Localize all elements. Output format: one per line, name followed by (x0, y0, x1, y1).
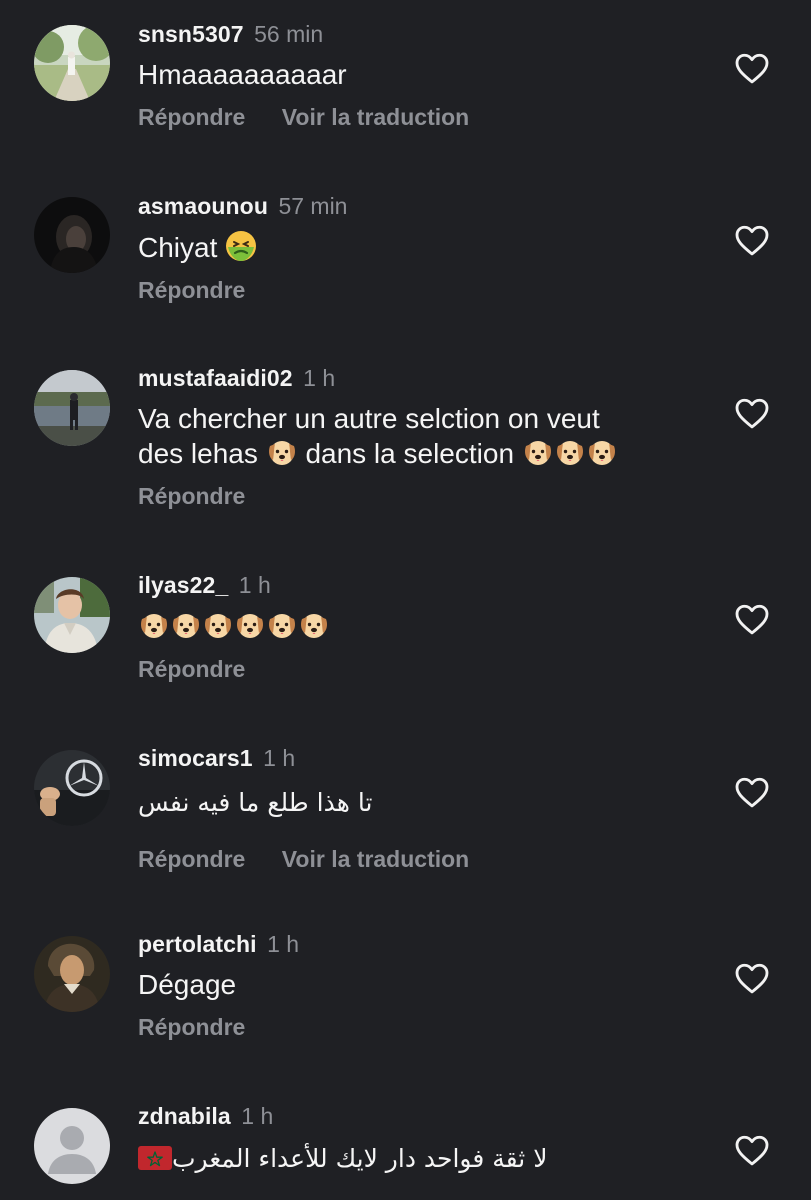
avatar[interactable] (34, 25, 110, 101)
timestamp: 1 h (267, 931, 300, 957)
dog-face-emoji (266, 436, 298, 468)
avatar-photo-portrait (34, 197, 110, 273)
comment-actions: Répondre (138, 481, 698, 511)
comment-meta: pertolatchi 1 h (138, 928, 698, 960)
comment-text: Dégage (138, 969, 237, 1000)
username[interactable]: asmaounou (138, 193, 268, 219)
heart-outline-icon[interactable] (734, 961, 770, 995)
dog-face-emoji (266, 609, 298, 641)
comment-text: تا هذا طلع ما فيه نفس (138, 788, 373, 817)
comment-text: Hmaaaaaaaaaar (138, 59, 347, 90)
reply-button[interactable]: Répondre (138, 656, 245, 682)
reply-button[interactable]: Répondre (138, 277, 245, 303)
comment-text (138, 609, 698, 644)
reply-button[interactable]: Répondre (138, 483, 245, 509)
reply-button[interactable]: Répondre (138, 104, 245, 130)
comment-actions: Répondre (138, 275, 698, 305)
comment-item: ilyas22_ 1 h Répondre (0, 569, 811, 719)
comment-item: mustafaaidi02 1 h Va chercher un autre s… (0, 362, 811, 552)
comment-item: snsn5307 56 min Hmaaaaaaaaaar Répondre V… (0, 18, 811, 168)
comment-body: pertolatchi 1 h Dégage Répondre (138, 928, 698, 1042)
see-translation-button[interactable]: Voir la traduction (282, 846, 469, 872)
heart-outline-icon[interactable] (734, 775, 770, 809)
comment-text-content: Chiyat (138, 232, 218, 263)
avatar-photo-painting (34, 936, 110, 1012)
dog-face-emoji (202, 609, 234, 641)
avatar[interactable] (34, 370, 110, 446)
dog-face-emoji (170, 609, 202, 641)
comment-text-content: لا ثقة فواحد دار لايك للأعداء المغرب (172, 1144, 548, 1173)
timestamp: 1 h (238, 572, 271, 598)
comment-text: Va chercher un autre selction on veut de… (138, 402, 698, 471)
comment-body: ilyas22_ 1 h Répondre (138, 569, 698, 684)
comment-actions: Répondre Voir la traduction (138, 102, 698, 132)
heart-outline-icon[interactable] (734, 396, 770, 430)
timestamp: 56 min (254, 21, 324, 47)
avatar-photo-lakeside (34, 370, 110, 446)
dog-face-emoji (586, 436, 618, 468)
comment-item: zdnabila 1 h لا ثقة فواحد دار لايك للأعد… (0, 1100, 811, 1200)
comment-meta: asmaounou 57 min (138, 190, 698, 222)
username[interactable]: zdnabila (138, 1103, 231, 1129)
timestamp: 57 min (278, 193, 348, 219)
dog-face-emoji (522, 436, 554, 468)
username[interactable]: ilyas22_ (138, 572, 228, 598)
comment-meta: snsn5307 56 min (138, 18, 698, 50)
dog-face-emoji (298, 609, 330, 641)
dog-face-emoji (234, 609, 266, 641)
heart-outline-icon[interactable] (734, 602, 770, 636)
comment-meta: ilyas22_ 1 h (138, 569, 698, 601)
comment-body: simocars1 1 h تا هذا طلع ما فيه نفس Répo… (138, 742, 698, 874)
comment-meta: zdnabila 1 h (138, 1100, 698, 1132)
comment-text: لا ثقة فواحد دار لايك للأعداء المغرب (138, 1142, 547, 1176)
comment-meta: mustafaaidi02 1 h (138, 362, 698, 394)
comment-item: simocars1 1 h تا هذا طلع ما فيه نفس Répo… (0, 742, 811, 902)
username[interactable]: pertolatchi (138, 931, 257, 957)
comment-body: snsn5307 56 min Hmaaaaaaaaaar Répondre V… (138, 18, 698, 132)
comment-actions: Répondre (138, 1012, 698, 1042)
avatar[interactable] (34, 197, 110, 273)
avatar-photo-selfie (34, 577, 110, 653)
comment-body: zdnabila 1 h لا ثقة فواحد دار لايك للأعد… (138, 1100, 698, 1176)
comment-text: Chiyat (138, 230, 698, 265)
username[interactable]: mustafaaidi02 (138, 365, 293, 391)
nauseated-face-emoji (225, 230, 257, 262)
comment-item: asmaounou 57 min Chiyat Répondre (0, 190, 811, 340)
heart-outline-icon[interactable] (734, 223, 770, 257)
comment-text-part: des lehas (138, 438, 258, 469)
heart-outline-icon[interactable] (734, 51, 770, 85)
avatar[interactable] (34, 936, 110, 1012)
comment-body: asmaounou 57 min Chiyat Répondre (138, 190, 698, 305)
morocco-flag-emoji (138, 1146, 172, 1170)
comment-body: mustafaaidi02 1 h Va chercher un autre s… (138, 362, 698, 511)
default-avatar-icon[interactable] (34, 1108, 110, 1184)
heart-outline-icon[interactable] (734, 1133, 770, 1167)
see-translation-button[interactable]: Voir la traduction (282, 104, 469, 130)
comment-text-line1: Va chercher un autre selction on veut (138, 403, 600, 434)
comment-actions: Répondre (138, 654, 698, 684)
timestamp: 1 h (303, 365, 336, 391)
timestamp: 1 h (263, 745, 296, 771)
avatar[interactable] (34, 750, 110, 826)
avatar-photo-park (34, 25, 110, 101)
avatar[interactable] (34, 577, 110, 653)
avatar-photo-car-logo (34, 750, 110, 826)
timestamp: 1 h (241, 1103, 274, 1129)
username[interactable]: snsn5307 (138, 21, 244, 47)
comment-item: pertolatchi 1 h Dégage Répondre (0, 928, 811, 1078)
comment-meta: simocars1 1 h (138, 742, 698, 774)
dog-face-emoji (554, 436, 586, 468)
reply-button[interactable]: Répondre (138, 846, 245, 872)
dog-face-emoji (138, 609, 170, 641)
username[interactable]: simocars1 (138, 745, 253, 771)
comment-actions: Répondre Voir la traduction (138, 844, 698, 874)
comment-text-part: dans la selection (305, 438, 515, 469)
reply-button[interactable]: Répondre (138, 1014, 245, 1040)
